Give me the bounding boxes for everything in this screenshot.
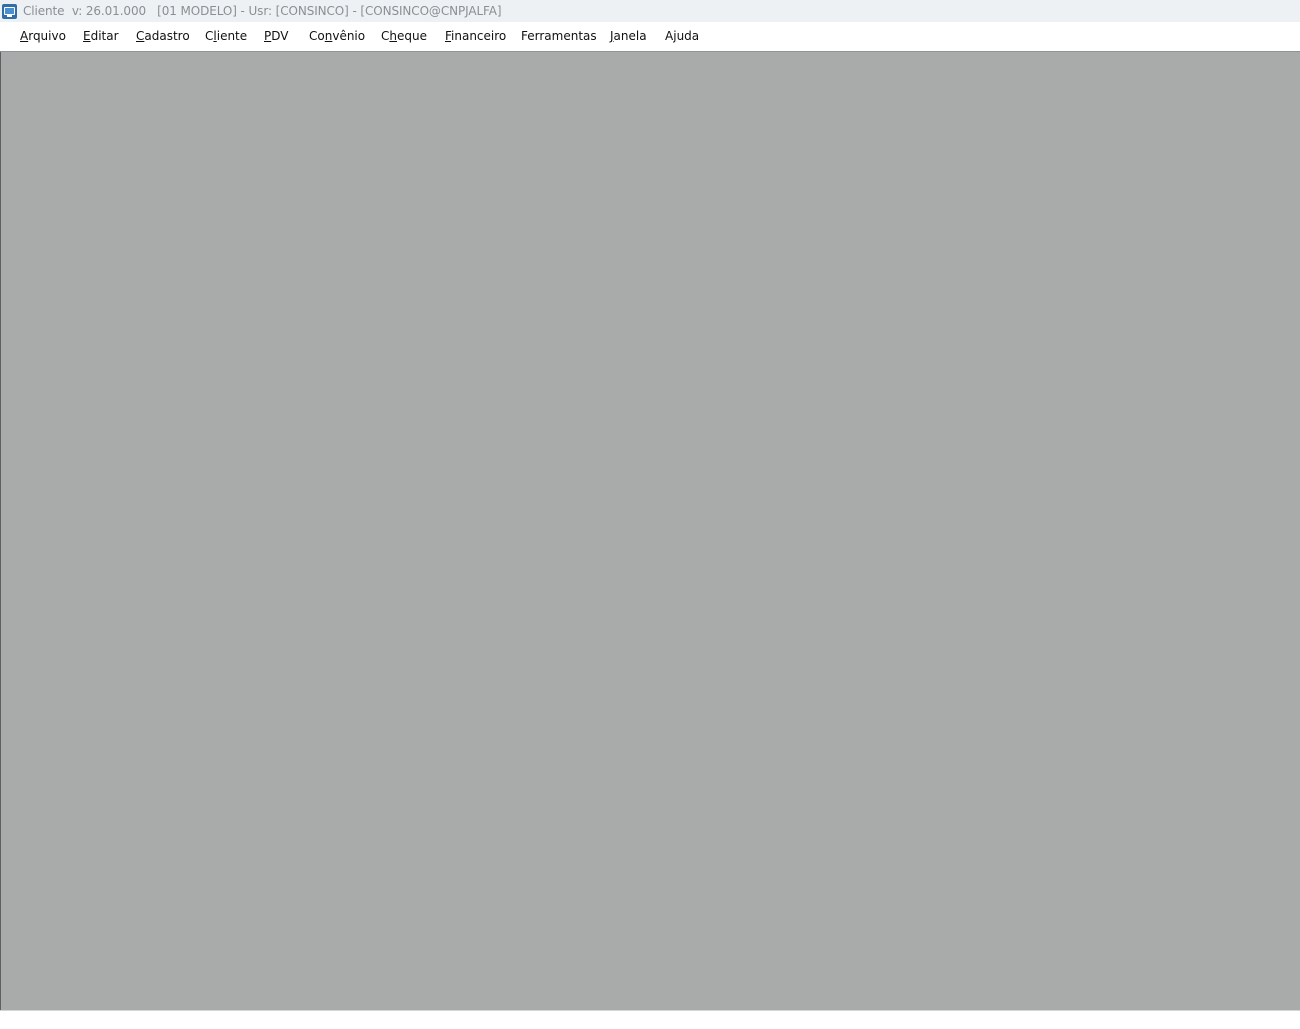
menu-item-editar[interactable]: Editar — [83, 29, 119, 43]
title-bar[interactable]: Cliente v: 26.01.000 [01 MODELO] - Usr: … — [0, 0, 1300, 22]
menu-bar: Arquivo Editar Cadastro Cliente PDV Convênio C… — [0, 22, 1300, 51]
menu-item-financeiro[interactable]: Financeiro — [445, 29, 506, 43]
menu-item-cheque[interactable]: Cheque — [381, 29, 427, 43]
menu-item-cliente[interactable]: Cliente — [205, 29, 247, 43]
menu-item-cadastro[interactable]: Cadastro — [136, 29, 190, 43]
app-icon[interactable] — [2, 3, 17, 19]
menu-item-pdv[interactable]: PDV — [264, 29, 289, 43]
menu-item-convenio[interactable]: Convênio — [309, 29, 365, 43]
status-area — [0, 1010, 1300, 1029]
menu-item-ferramentas[interactable]: Ferramentas — [521, 29, 597, 43]
application-window: Cliente v: 26.01.000 [01 MODELO] - Usr: … — [0, 0, 1300, 1029]
menu-item-ajuda[interactable]: Ajuda — [665, 29, 699, 43]
menu-item-arquivo[interactable]: Arquivo — [20, 29, 66, 43]
menu-item-janela[interactable]: Janela — [610, 29, 647, 43]
window-title: Cliente v: 26.01.000 [01 MODELO] - Usr: … — [23, 4, 502, 18]
mdi-workspace[interactable] — [0, 52, 1300, 1010]
